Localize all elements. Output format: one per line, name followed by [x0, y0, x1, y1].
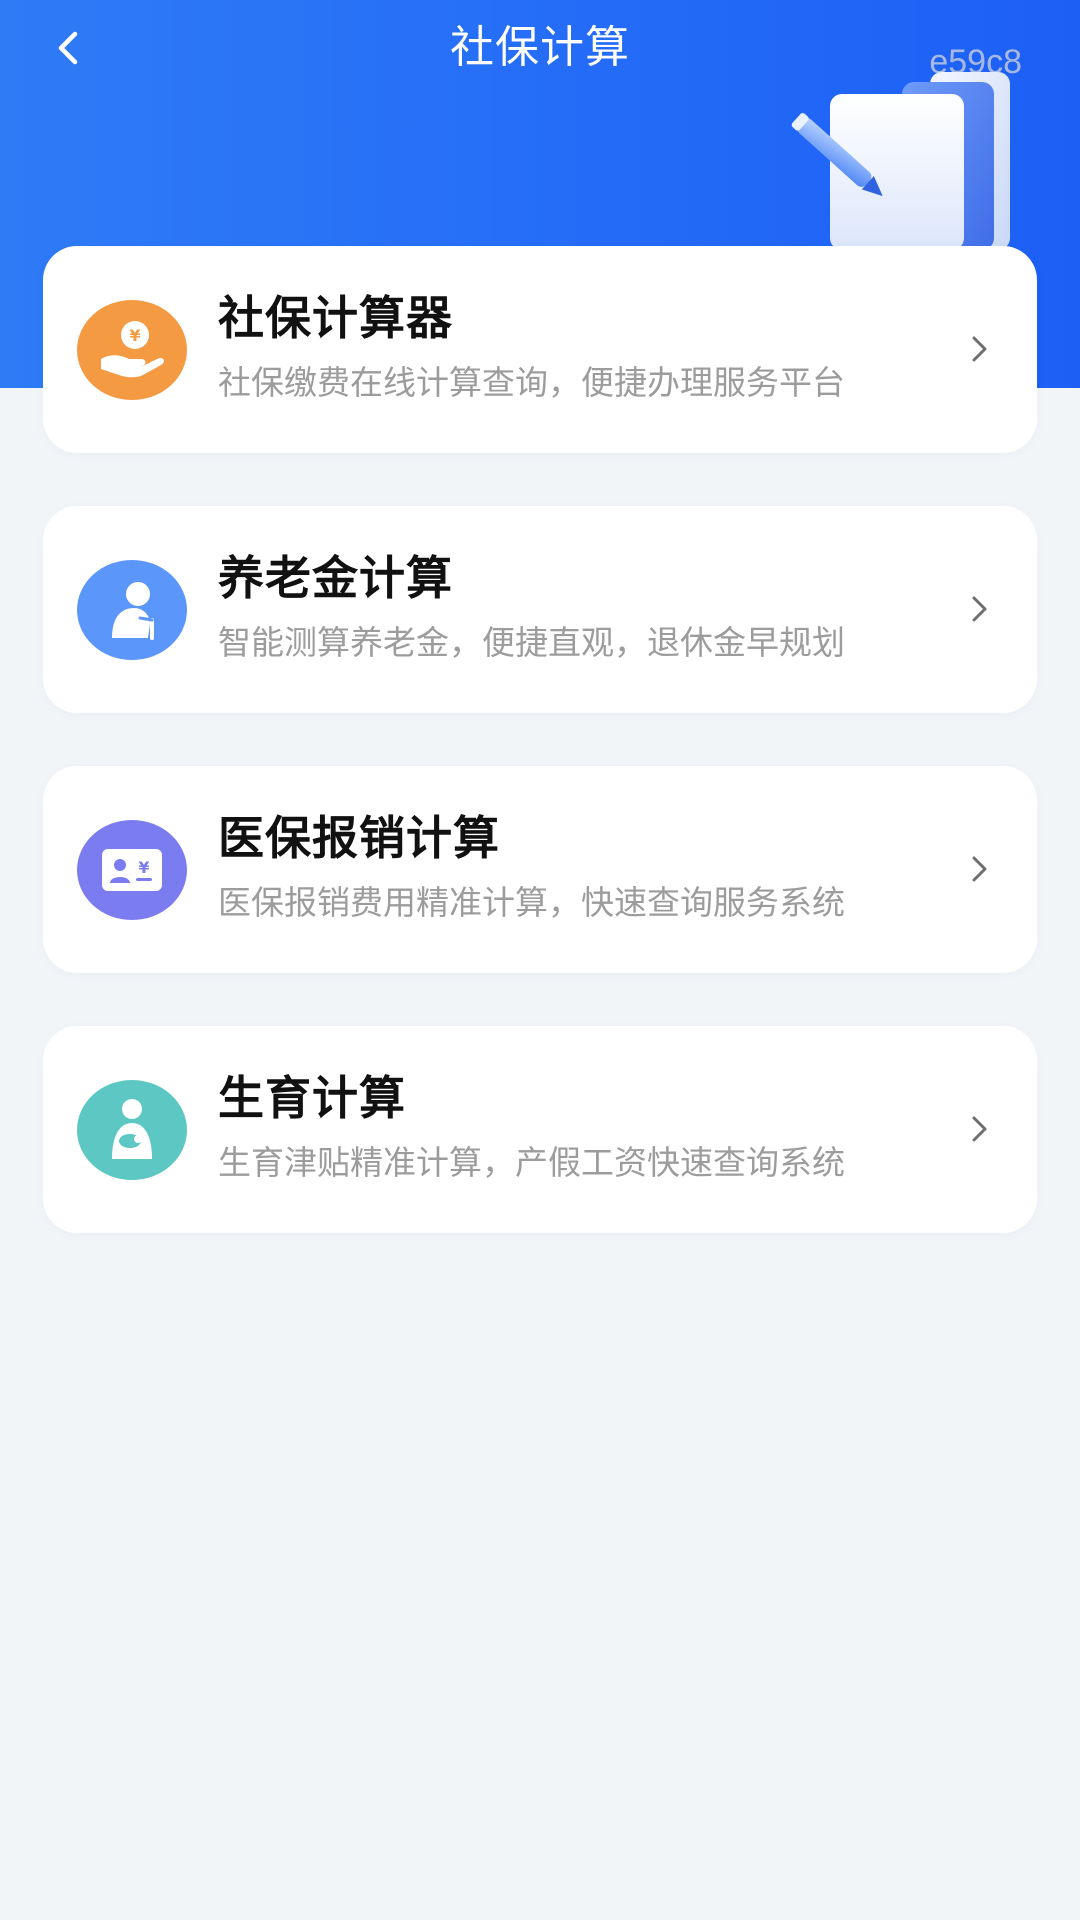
chevron-right-icon: [965, 851, 995, 887]
card-description: 医保报销费用精准计算，快速查询服务系统: [218, 883, 845, 922]
chevron-right-icon: [965, 331, 995, 367]
card-pension-calculator[interactable]: 养老金计算 智能测算养老金，便捷直观，退休金早规划: [43, 506, 1037, 713]
chevron-right-icon: [965, 1111, 995, 1147]
card-social-security-calculator[interactable]: ¥ 社保计算器 社保缴费在线计算查询，便捷办理服务平台: [43, 246, 1037, 453]
card-description: 生育津贴精准计算，产假工资快速查询系统: [218, 1143, 845, 1182]
card-description: 社保缴费在线计算查询，便捷办理服务平台: [218, 363, 845, 402]
card-description: 智能测算养老金，便捷直观，退休金早规划: [218, 623, 845, 662]
card-icon-badge: ¥: [77, 300, 187, 400]
hand-coin-icon: ¥: [101, 321, 164, 378]
svg-text:¥: ¥: [129, 326, 140, 345]
card-title: 生育计算: [218, 1071, 406, 1125]
card-medical-reimbursement-calculator[interactable]: ¥ 医保报销计算 医保报销费用精准计算，快速查询服务系统: [43, 766, 1037, 973]
svg-text:¥: ¥: [138, 858, 149, 877]
card-icon-badge: [77, 560, 187, 660]
card-maternity-calculator[interactable]: 生育计算 生育津贴精准计算，产假工资快速查询系统: [43, 1026, 1037, 1233]
medical-card-icon: ¥: [102, 849, 162, 891]
card-title: 社保计算器: [218, 291, 453, 345]
chevron-right-icon: [965, 591, 995, 627]
card-title: 医保报销计算: [218, 811, 500, 865]
card-icon-badge: ¥: [77, 820, 187, 920]
elderly-person-icon: [112, 582, 154, 640]
card-icon-badge: [77, 1080, 187, 1180]
document-pen-illustration: [791, 72, 1010, 250]
mother-baby-icon: [112, 1099, 152, 1159]
card-title: 养老金计算: [218, 551, 453, 605]
